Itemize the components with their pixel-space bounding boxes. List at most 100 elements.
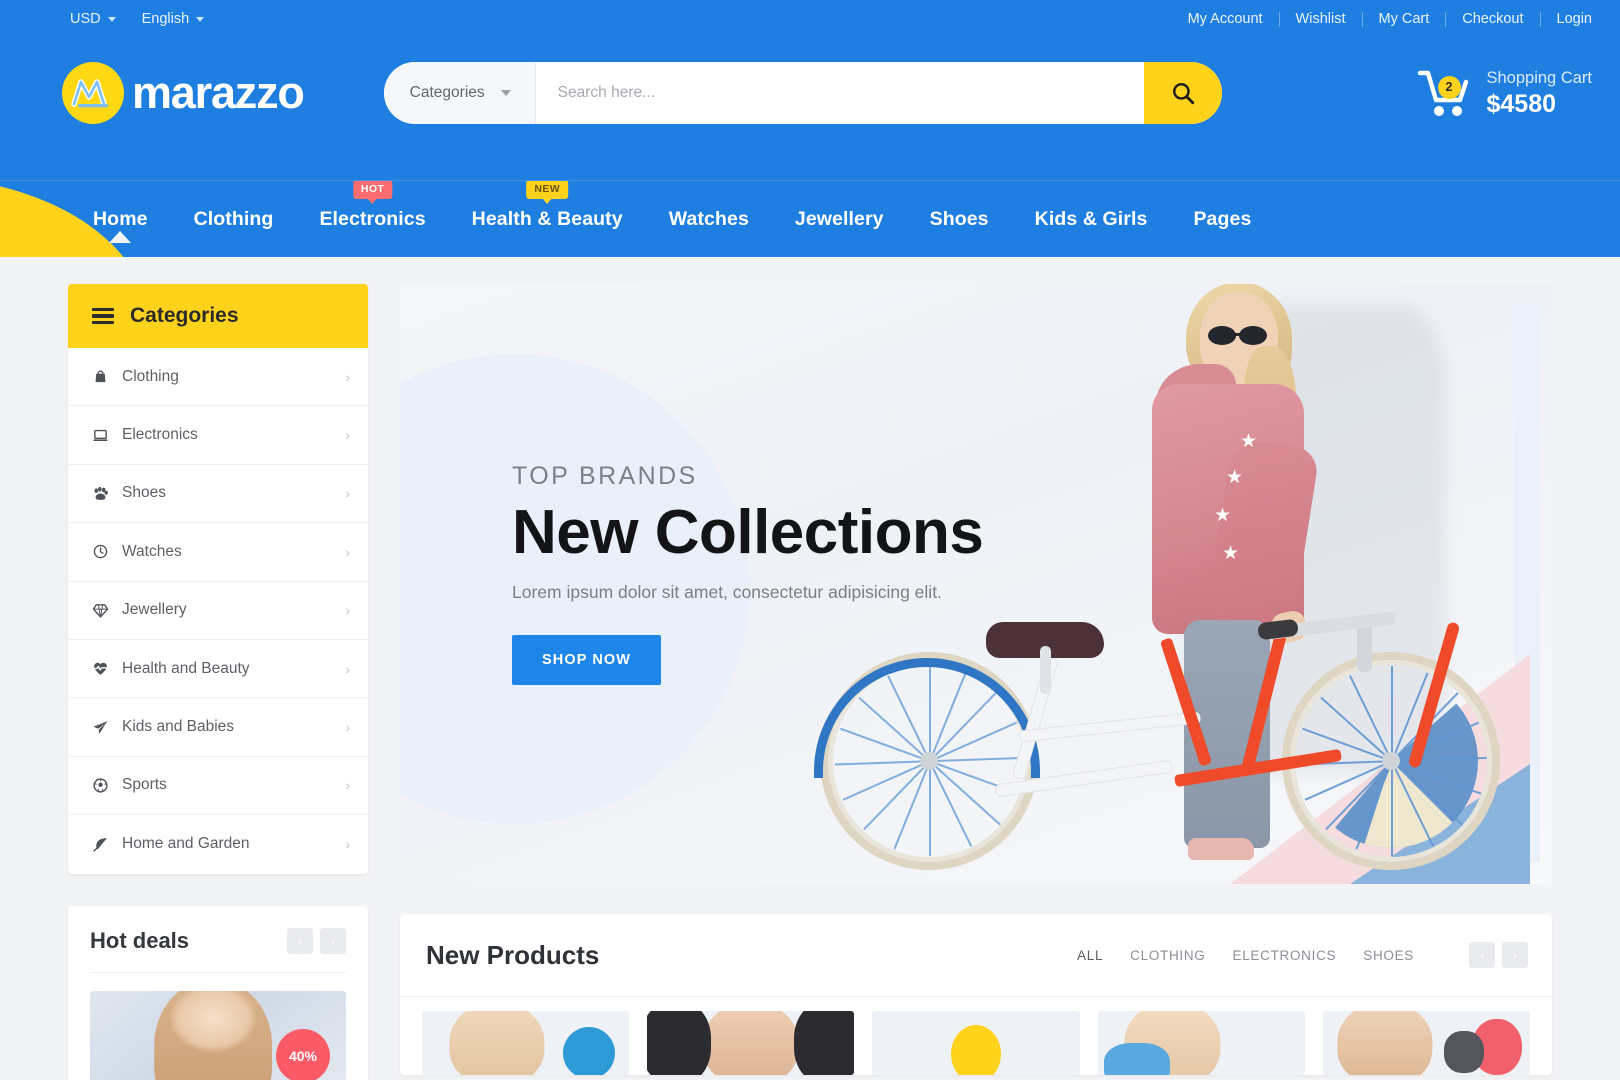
- hot-deals-title: Hot deals: [90, 927, 190, 953]
- sunglasses-icon: [1208, 326, 1274, 346]
- hot-deals-next-button[interactable]: ›: [320, 927, 346, 954]
- hero-title: New Collections: [512, 498, 984, 567]
- category-label: Shoes: [122, 484, 166, 502]
- search-input[interactable]: [535, 62, 1144, 124]
- currency-label: USD: [70, 11, 101, 27]
- search-bar: Categories: [383, 62, 1222, 124]
- category-panel-header[interactable]: Categories: [68, 284, 368, 348]
- nav-item-health-beauty[interactable]: NEW Health & Beauty: [449, 181, 646, 231]
- sidebar: Categories Clothing › Electronics › Shoe…: [68, 284, 368, 1080]
- nav-item-home[interactable]: Home: [70, 208, 171, 231]
- nav-item-pages[interactable]: Pages: [1170, 208, 1274, 231]
- category-item-electronics[interactable]: Electronics ›: [68, 406, 368, 465]
- hoodie-star: ★: [1226, 467, 1244, 488]
- category-panel: Categories Clothing › Electronics › Shoe…: [68, 284, 368, 874]
- nav-item-jewellery[interactable]: Jewellery: [772, 208, 907, 231]
- search-category-dropdown[interactable]: Categories: [383, 62, 536, 124]
- link-login[interactable]: Login: [1541, 11, 1592, 27]
- nav-item-clothing[interactable]: Clothing: [171, 208, 297, 231]
- chevron-right-icon: ›: [345, 660, 350, 677]
- product-card[interactable]: [1322, 1011, 1531, 1075]
- chevron-right-icon: ›: [345, 602, 350, 619]
- category-item-watches[interactable]: Watches ›: [68, 523, 368, 582]
- new-products-header: New Products ALL CLOTHING ELECTRONICS SH…: [400, 914, 1552, 996]
- link-wishlist[interactable]: Wishlist: [1280, 11, 1363, 27]
- product-thumb-figure: [448, 1011, 545, 1075]
- nav-item-shoes[interactable]: Shoes: [907, 208, 1012, 231]
- product-card[interactable]: [1097, 1011, 1305, 1075]
- header-main-row: marazzo Categories 2: [0, 38, 1620, 148]
- hero-kicker: TOP BRANDS: [512, 462, 698, 490]
- filter-clothing[interactable]: CLOTHING: [1130, 948, 1205, 963]
- chevron-right-icon: ›: [345, 719, 350, 736]
- category-item-home-garden[interactable]: Home and Garden ›: [68, 815, 368, 873]
- filter-electronics[interactable]: ELECTRONICS: [1233, 948, 1337, 963]
- leaf-icon: [92, 836, 122, 853]
- hero-banner: ★ ★ ★ ★ TOP BRANDS New Collections Lorem…: [400, 284, 1552, 884]
- logo-mark-icon: [62, 62, 124, 124]
- category-item-health-beauty[interactable]: Health and Beauty ›: [68, 640, 368, 699]
- bicycle-seatpost: [1040, 646, 1051, 694]
- hot-deals-prev-button[interactable]: ‹: [287, 927, 313, 954]
- hot-deals-header: Hot deals ‹ ›: [90, 927, 346, 973]
- category-item-jewellery[interactable]: Jewellery ›: [68, 582, 368, 640]
- category-item-kids-babies[interactable]: Kids and Babies ›: [68, 698, 368, 757]
- nav-item-kids-girls[interactable]: Kids & Girls: [1012, 208, 1171, 231]
- chevron-down-icon: [500, 90, 511, 96]
- product-card[interactable]: [422, 1011, 630, 1075]
- hot-deal-product-image[interactable]: 40%: [90, 990, 346, 1080]
- nav-badge-hot: HOT: [352, 181, 393, 199]
- link-my-cart[interactable]: My Cart: [1363, 11, 1447, 27]
- nav-item-watches[interactable]: Watches: [646, 208, 772, 231]
- hot-deals-arrows: ‹ ›: [287, 927, 346, 954]
- product-card[interactable]: [647, 1011, 855, 1075]
- new-products-panel: New Products ALL CLOTHING ELECTRONICS SH…: [400, 914, 1552, 1075]
- link-checkout[interactable]: Checkout: [1446, 11, 1541, 27]
- hoodie-star: ★: [1214, 505, 1232, 526]
- site-header: USD English My Account Wishlist My Cart …: [0, 0, 1620, 180]
- category-label: Jewellery: [122, 601, 187, 619]
- site-logo[interactable]: marazzo: [62, 62, 305, 124]
- new-products-filters: ALL CLOTHING ELECTRONICS SHOES ‹ ›: [1077, 942, 1528, 968]
- chevron-right-icon: ›: [345, 368, 350, 385]
- soccer-ball-icon: [92, 777, 122, 794]
- product-thumb-accent: [1444, 1031, 1485, 1073]
- search-submit-button[interactable]: [1143, 62, 1222, 124]
- category-label: Home and Garden: [122, 835, 250, 853]
- bicycle-frame-orange: [1159, 628, 1414, 788]
- cart-summary[interactable]: 2 Shopping Cart $4580: [1417, 67, 1592, 119]
- nav-item-electronics[interactable]: HOT Electronics: [296, 181, 448, 231]
- category-item-clothing[interactable]: Clothing ›: [68, 348, 368, 407]
- nav-badge-new: NEW: [526, 181, 569, 199]
- link-my-account[interactable]: My Account: [1172, 11, 1280, 27]
- category-label: Clothing: [122, 367, 179, 385]
- product-thumb-accent: [951, 1025, 1001, 1075]
- product-thumb-figure: [703, 1011, 799, 1075]
- search-category-label: Categories: [409, 84, 485, 101]
- nav-label: Clothing: [193, 207, 274, 230]
- nav-label: Watches: [668, 207, 749, 230]
- product-card[interactable]: [872, 1011, 1080, 1075]
- chevron-right-icon: ›: [345, 777, 350, 794]
- hot-deals-panel: Hot deals ‹ › 40%: [68, 905, 368, 1080]
- currency-selector[interactable]: USD: [70, 11, 116, 27]
- paper-plane-icon: [92, 719, 122, 736]
- nav-label: Home: [93, 207, 148, 230]
- page-body: Categories Clothing › Electronics › Shoe…: [0, 257, 1620, 1080]
- clock-icon: [92, 543, 122, 560]
- shop-now-button[interactable]: SHOP NOW: [512, 635, 662, 685]
- hoodie-star: ★: [1240, 431, 1258, 452]
- new-products-grid: [400, 996, 1552, 1075]
- new-products-next-button[interactable]: ›: [1502, 942, 1528, 968]
- category-label: Sports: [122, 776, 167, 794]
- category-item-shoes[interactable]: Shoes ›: [68, 465, 368, 524]
- language-selector[interactable]: English: [142, 11, 205, 27]
- category-label: Health and Beauty: [122, 659, 250, 677]
- filter-shoes[interactable]: SHOES: [1363, 948, 1414, 963]
- heart-pulse-icon: [92, 660, 122, 677]
- logo-m-glyph: [71, 79, 108, 108]
- category-item-sports[interactable]: Sports ›: [68, 757, 368, 816]
- new-products-arrows: ‹ ›: [1469, 942, 1528, 968]
- filter-all[interactable]: ALL: [1077, 948, 1103, 963]
- new-products-prev-button[interactable]: ‹: [1469, 942, 1495, 968]
